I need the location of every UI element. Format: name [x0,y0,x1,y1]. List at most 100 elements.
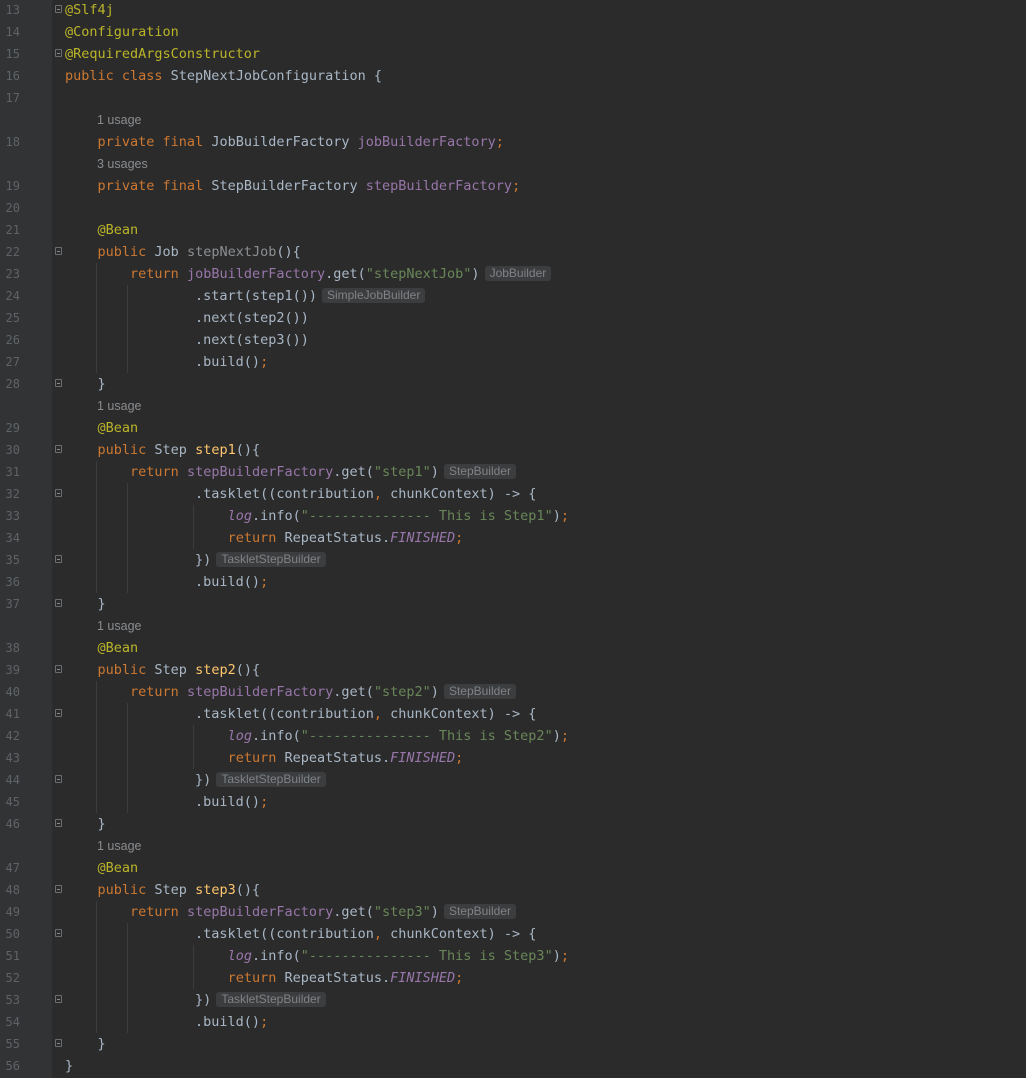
code-token: ; [260,1014,269,1030]
code-token: @Bean [97,222,139,238]
code-token: } [65,1058,74,1074]
code-token: "step2" [373,684,431,700]
code-token: log [227,728,252,744]
fold-toggle-icon[interactable] [55,775,62,783]
code-line: 46 } [0,813,1026,835]
usage-count-link[interactable]: 3 usages [97,153,148,175]
fold-toggle-icon[interactable] [55,379,62,387]
code-line: 14 @Configuration [0,21,1026,43]
code-token: ) [552,728,561,744]
code-token: RepeatStatus. [284,970,391,986]
code-token: chunkContext) -> { [390,706,537,722]
code-token: ; [455,970,464,986]
code-editor[interactable]: 13 @Slf4j 14 @Configuration 15 @RequiredArgsC… [0,0,1026,1077]
code-token: .build() [65,794,261,810]
fold-toggle-icon[interactable] [55,5,62,13]
usage-count-link[interactable]: 1 usage [97,835,141,857]
code-text: public class StepNextJobConfiguration { [65,65,382,87]
code-token: .build() [65,354,261,370]
code-token: step2 [195,662,236,678]
fold-toggle-icon[interactable] [55,929,62,937]
fold-toggle-icon[interactable] [55,709,62,717]
line-number: 51 [5,949,20,963]
usage-hint: 1 usage [0,109,1026,131]
code-token: Job [154,244,187,260]
code-text: .start(step1()) SimpleJobBuilder [65,285,426,307]
code-token: Step [154,662,196,678]
code-token: ; [260,574,269,590]
code-text: return RepeatStatus.FINISHED; [65,967,464,989]
code-token: @Bean [97,860,139,876]
code-text: log.info("--------------- This is Step3"… [65,945,569,967]
code-text: @Bean [65,857,139,879]
code-token: }) [65,992,212,1008]
fold-toggle-icon[interactable] [55,665,62,673]
usage-hint: 1 usage [0,835,1026,857]
fold-toggle-icon[interactable] [55,445,62,453]
code-token: .get( [333,904,374,920]
code-line: 54 .build(); [0,1011,1026,1033]
code-token: } [65,1036,106,1052]
fold-toggle-icon[interactable] [55,995,62,1003]
code-token: ; [560,728,569,744]
fold-toggle-icon[interactable] [55,1039,62,1047]
code-token: ) [430,684,439,700]
code-token: ; [512,178,521,194]
code-line: 26 .next(step3()) [0,329,1026,351]
code-line: 51 log.info("--------------- This is Ste… [0,945,1026,967]
code-line: 24 .start(step1()) SimpleJobBuilder [0,285,1026,307]
code-line: 18 private final JobBuilderFactory jobBu… [0,131,1026,153]
line-number: 38 [5,641,20,655]
code-token: return [130,684,187,700]
usage-hint: 1 usage [0,615,1026,637]
code-token: .build() [65,574,261,590]
code-token: .build() [65,1014,261,1030]
code-line: 41 .tasklet((contribution, chunkContext)… [0,703,1026,725]
code-line: 45 .build(); [0,791,1026,813]
fold-toggle-icon[interactable] [55,819,62,827]
code-token: stepBuilderFactory [186,684,334,700]
code-token: }) [65,552,212,568]
code-text: } [65,813,106,835]
code-text: private final JobBuilderFactory jobBuild… [65,131,504,153]
usage-count-link[interactable]: 1 usage [97,109,141,131]
code-token: jobBuilderFactory [357,134,496,150]
code-token: public [97,442,155,458]
line-number: 24 [5,289,20,303]
usage-hint: 1 usage [0,395,1026,417]
code-line: 50 .tasklet((contribution, chunkContext)… [0,923,1026,945]
fold-toggle-icon[interactable] [55,599,62,607]
usage-count-link[interactable]: 1 usage [97,615,141,637]
code-text: } [65,1055,73,1077]
code-token: return [227,750,285,766]
fold-toggle-icon[interactable] [55,49,62,57]
code-text: .tasklet((contribution, chunkContext) ->… [65,703,536,725]
code-text: } [65,1033,106,1055]
code-text: return jobBuilderFactory.get("stepNextJo… [65,263,552,285]
code-line: 20 [0,197,1026,219]
fold-toggle-icon[interactable] [55,885,62,893]
fold-toggle-icon[interactable] [55,555,62,563]
usage-count-link[interactable]: 1 usage [97,395,141,417]
code-text: @Bean [65,417,139,439]
code-line: 56} [0,1055,1026,1077]
code-line: 17 [0,87,1026,109]
code-line: 27 .build(); [0,351,1026,373]
code-text: .build(); [65,791,268,813]
code-token: } [65,596,106,612]
code-token: Step [154,882,196,898]
code-text: public Job stepNextJob(){ [65,241,301,263]
fold-toggle-icon[interactable] [55,489,62,497]
code-token: FINISHED [390,970,456,986]
code-text: @Configuration [65,21,179,43]
inlay-type-hint: SimpleJobBuilder [321,288,426,303]
code-line: 42 log.info("--------------- This is Ste… [0,725,1026,747]
fold-toggle-icon[interactable] [55,247,62,255]
code-token: .tasklet((contribution [65,706,374,722]
